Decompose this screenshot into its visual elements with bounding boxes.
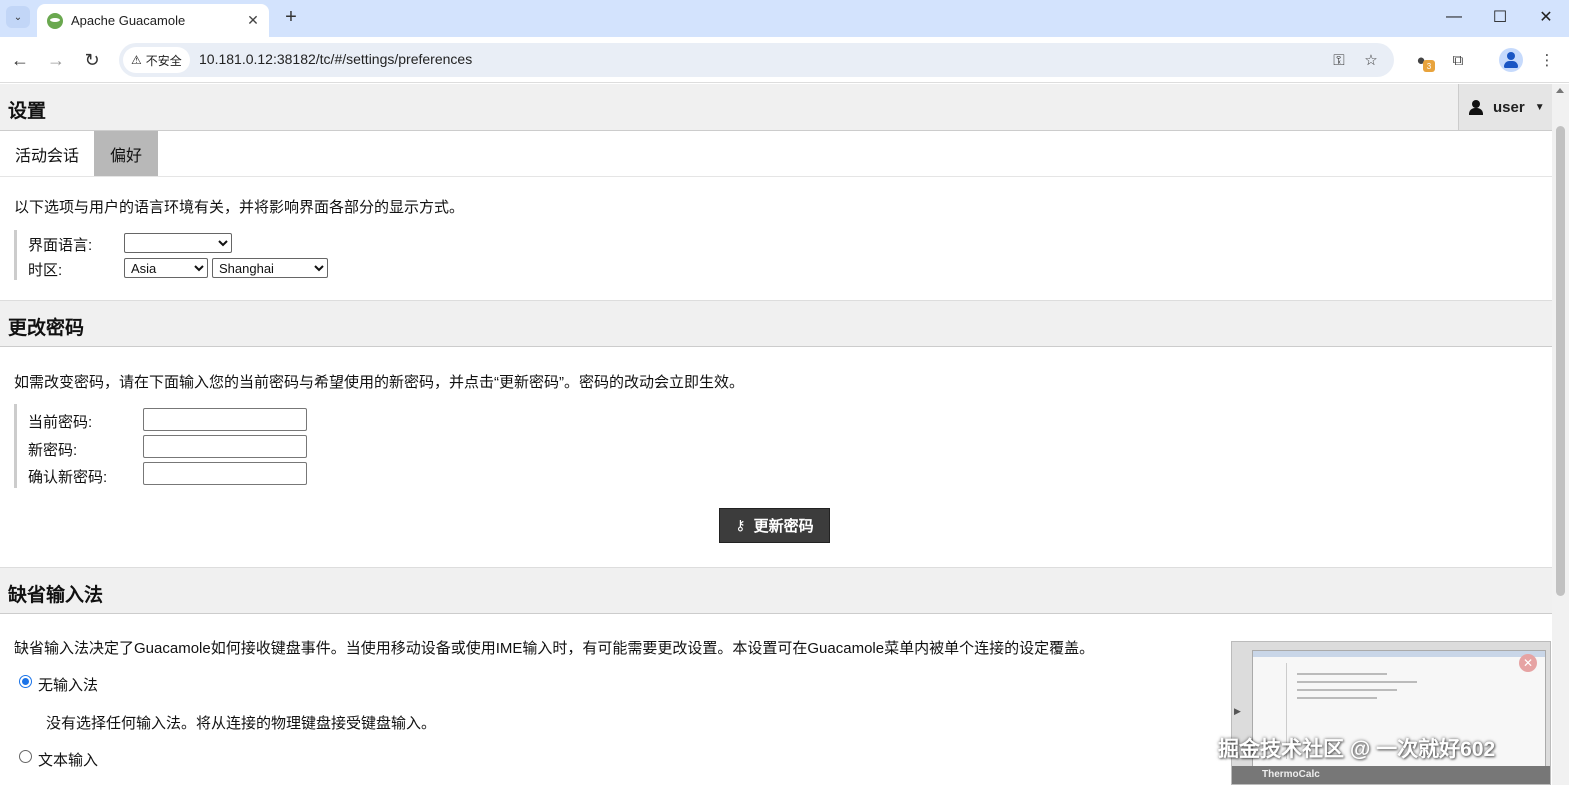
- expand-arrow-icon[interactable]: ▶: [1234, 706, 1241, 717]
- security-label: 不安全: [145, 53, 182, 68]
- browser-titlebar: ⌄ Apache Guacamole ✕ + — ☐ ✕: [0, 0, 1569, 37]
- user-name: user: [1493, 98, 1525, 116]
- thumbnail-close-icon[interactable]: ✕: [1519, 654, 1537, 672]
- input-method-description: 缺省输入法决定了Guacamole如何接收键盘事件。当使用移动设备或使用IME输…: [14, 640, 1095, 657]
- maximize-window-icon[interactable]: ☐: [1477, 0, 1523, 34]
- locale-form: [14, 230, 29, 280]
- watermark-text: 掘金技术社区 @ 一次就好602: [1218, 738, 1496, 761]
- password-section-title: 更改密码: [8, 318, 85, 339]
- tab-search-chevron-icon[interactable]: ⌄: [6, 6, 30, 28]
- warning-triangle-icon: ⚠: [131, 53, 142, 67]
- timezone-region-select[interactable]: Asia: [124, 258, 208, 278]
- caret-down-icon: ▼: [1534, 101, 1545, 113]
- forward-arrow-icon[interactable]: →: [42, 46, 70, 74]
- radio-text-input[interactable]: [19, 750, 32, 763]
- current-password-field[interactable]: [143, 408, 307, 431]
- radio-none-input[interactable]: [19, 675, 32, 688]
- language-select[interactable]: [124, 233, 232, 253]
- browser-toolbar: ← → ↻ ⚠ 不安全 10.181.0.12:38182/tc/#/setti…: [0, 37, 1569, 83]
- browser-tab[interactable]: Apache Guacamole ✕: [37, 4, 269, 37]
- update-password-label: 更新密码: [753, 518, 814, 535]
- extension-badge: 3: [1423, 60, 1435, 72]
- user-icon: [1469, 100, 1483, 115]
- locale-description: 以下选项与用户的语言环境有关，并将影响界面各部分的显示方式。: [14, 199, 465, 216]
- timezone-city-select[interactable]: Shanghai: [212, 258, 328, 278]
- new-tab-plus-icon[interactable]: +: [279, 6, 303, 28]
- key-icon: ⚷: [735, 517, 746, 533]
- password-key-icon[interactable]: ⚿: [1328, 49, 1350, 71]
- url-text[interactable]: 10.181.0.12:38182/tc/#/settings/preferen…: [199, 51, 472, 67]
- input-method-section-header: 缺省输入法: [0, 567, 1552, 614]
- guacamole-favicon-icon: [47, 12, 63, 29]
- language-label: 界面语言:: [28, 237, 93, 254]
- settings-tabs: 活动会话 偏好: [0, 131, 1552, 177]
- input-method-section-title: 缺省输入法: [8, 585, 104, 606]
- minimize-window-icon[interactable]: —: [1431, 0, 1477, 34]
- browser-tab-title: Apache Guacamole: [71, 13, 186, 28]
- security-chip[interactable]: ⚠ 不安全: [123, 47, 190, 73]
- extensions-puzzle-icon[interactable]: ⧉: [1446, 48, 1470, 72]
- password-description: 如需改变密码，请在下面输入您的当前密码与希望使用的新密码，并点击“更新密码”。密…: [14, 374, 744, 391]
- confirm-password-label: 确认新密码:: [28, 469, 108, 486]
- menu-kebab-icon[interactable]: ⋮: [1535, 48, 1559, 72]
- scroll-up-arrow-icon[interactable]: [1556, 88, 1564, 93]
- back-arrow-icon[interactable]: ←: [6, 46, 34, 74]
- bookmark-star-icon[interactable]: ☆: [1360, 49, 1382, 71]
- page-scrollbar[interactable]: [1552, 84, 1569, 785]
- current-password-label: 当前密码:: [28, 414, 93, 431]
- connection-thumbnail[interactable]: ▶ ✕ ThermoCalc: [1231, 641, 1551, 785]
- radio-text-label[interactable]: 文本输入: [38, 749, 98, 770]
- radio-none-detail: 没有选择任何输入法。将从连接的物理键盘接受键盘输入。: [46, 715, 437, 732]
- new-password-field[interactable]: [143, 435, 307, 458]
- page-title: 设置: [8, 101, 47, 122]
- address-bar[interactable]: ⚠ 不安全 10.181.0.12:38182/tc/#/settings/pr…: [119, 43, 1394, 77]
- password-form: [14, 404, 29, 488]
- user-menu[interactable]: user ▼: [1458, 84, 1552, 130]
- timezone-label: 时区:: [28, 262, 63, 279]
- reload-icon[interactable]: ↻: [78, 46, 106, 74]
- tab-preferences[interactable]: 偏好: [94, 131, 158, 176]
- password-section-header: 更改密码: [0, 300, 1552, 347]
- confirm-password-field[interactable]: [143, 462, 307, 485]
- extension-icon[interactable]: ● 3: [1409, 48, 1435, 72]
- tab-active-sessions[interactable]: 活动会话: [0, 131, 94, 176]
- close-tab-icon[interactable]: ✕: [243, 11, 263, 31]
- settings-header: 设置 user ▼: [0, 84, 1552, 131]
- new-password-label: 新密码:: [28, 442, 78, 459]
- close-window-icon[interactable]: ✕: [1523, 0, 1569, 34]
- profile-avatar-icon[interactable]: [1499, 48, 1523, 72]
- radio-none-label[interactable]: 无输入法: [38, 674, 98, 695]
- scrollbar-thumb[interactable]: [1556, 126, 1565, 596]
- update-password-button[interactable]: ⚷ 更新密码: [719, 508, 830, 543]
- thumbnail-caption: ThermoCalc: [1232, 766, 1550, 784]
